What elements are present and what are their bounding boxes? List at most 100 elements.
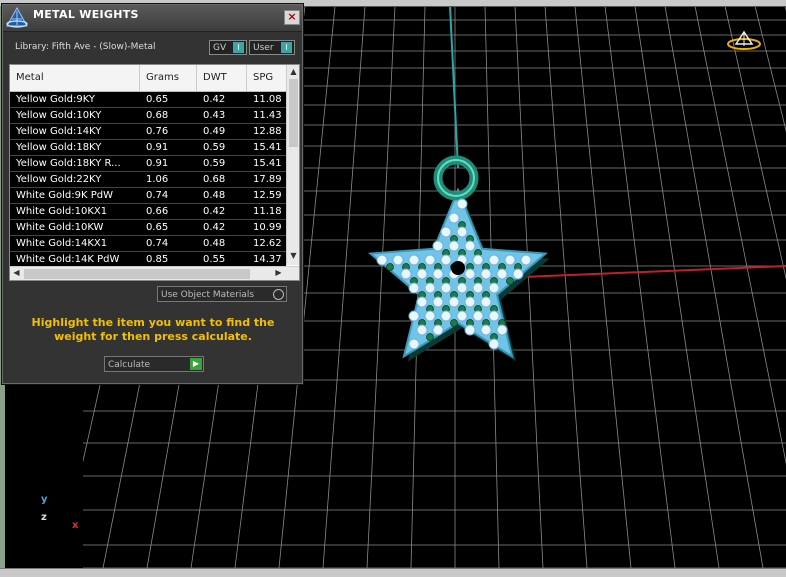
z-axis-line xyxy=(449,5,459,169)
gem-stone xyxy=(512,268,524,280)
gem-stone xyxy=(456,198,468,210)
view-cube-icon[interactable] xyxy=(726,30,762,52)
gem-stone xyxy=(456,310,468,322)
table-row[interactable]: Yellow Gold:18KY 0.91 0.59 15.41 xyxy=(10,140,286,156)
gem-stone xyxy=(456,282,468,294)
scroll-up-icon[interactable]: ▲ xyxy=(287,67,299,76)
gem-stone xyxy=(416,296,428,308)
table-row[interactable]: Yellow Gold:22KY 1.06 0.68 17.89 xyxy=(10,172,286,188)
horizontal-scroll-thumb[interactable] xyxy=(24,269,250,279)
gem-stone xyxy=(472,282,484,294)
cell-metal: Yellow Gold:10KY xyxy=(16,110,102,121)
gem-stone xyxy=(392,254,404,266)
grid-line-vertical xyxy=(724,5,786,280)
gem-stone xyxy=(472,310,484,322)
user-toggle[interactable]: User I xyxy=(249,40,295,55)
table-row[interactable]: Yellow Gold:10KY 0.68 0.43 11.43 xyxy=(10,108,286,124)
gem-stone xyxy=(416,324,428,336)
cell-grams: 0.91 xyxy=(146,142,169,153)
grid-line-vertical xyxy=(514,5,544,569)
table-row[interactable]: White Gold:9K PdW 0.74 0.48 12.59 xyxy=(10,188,286,204)
cell-metal: White Gold:14KX1 xyxy=(16,238,108,249)
gem-stone xyxy=(488,338,500,350)
center-hole xyxy=(451,261,465,275)
gem-stone xyxy=(408,254,420,266)
gem-stone xyxy=(464,240,476,252)
cell-grams: 0.74 xyxy=(146,238,169,249)
gem-stone xyxy=(440,254,452,266)
gem-stone xyxy=(456,226,468,238)
grid-line-vertical xyxy=(664,5,764,569)
cell-spg: 11.43 xyxy=(253,110,282,121)
gem-stone xyxy=(432,240,444,252)
table-rows: Yellow Gold:9KY 0.65 0.42 11.08 Yellow Gold:… xyxy=(10,92,286,268)
scroll-down-icon[interactable]: ▼ xyxy=(287,251,299,260)
cell-spg: 10.99 xyxy=(253,222,282,233)
scroll-left-icon[interactable]: ◀ xyxy=(10,268,23,277)
axis-z-label: z xyxy=(41,512,47,523)
close-button[interactable]: × xyxy=(284,10,300,25)
cell-grams: 0.65 xyxy=(146,222,169,233)
instruction-text: Highlight the item you want to find the … xyxy=(31,316,275,343)
grid-line-vertical xyxy=(322,5,366,569)
column-header-grams[interactable]: Grams xyxy=(140,65,197,91)
gem-stone xyxy=(416,268,428,280)
cell-grams: 0.68 xyxy=(146,110,169,121)
table-vertical-scrollbar[interactable]: ▲ ▼ xyxy=(286,65,299,265)
gem-stone xyxy=(440,310,452,322)
column-header-spg[interactable]: SPG xyxy=(247,65,287,91)
cell-spg: 12.62 xyxy=(253,238,282,249)
cell-dwt: 0.42 xyxy=(203,222,226,233)
radio-icon[interactable] xyxy=(273,289,284,300)
bead xyxy=(426,333,434,341)
gem-stone xyxy=(448,296,460,308)
table-row[interactable]: Yellow Gold:9KY 0.65 0.42 11.08 xyxy=(10,92,286,108)
table-row[interactable]: White Gold:14KX1 0.74 0.48 12.62 xyxy=(10,236,286,252)
cell-grams: 1.06 xyxy=(146,174,169,185)
column-header-dwt[interactable]: DWT xyxy=(197,65,247,91)
gem-stone xyxy=(432,324,444,336)
gem-stone xyxy=(488,282,500,294)
gem-stone xyxy=(520,254,532,266)
table-row[interactable]: White Gold:10KX1 0.66 0.42 11.18 xyxy=(10,204,286,220)
grid-line-vertical xyxy=(574,5,632,569)
gem-stone xyxy=(408,338,420,350)
cell-metal: White Gold:10KX1 xyxy=(16,206,108,217)
cell-metal: White Gold:9K PdW xyxy=(16,190,113,201)
table-row[interactable]: White Gold:10KW 0.65 0.42 10.99 xyxy=(10,220,286,236)
vertical-scroll-thumb[interactable] xyxy=(289,79,298,147)
cell-dwt: 0.55 xyxy=(203,254,226,265)
cell-dwt: 0.42 xyxy=(203,94,226,105)
cell-dwt: 0.49 xyxy=(203,126,226,137)
gem-stone xyxy=(480,268,492,280)
cell-dwt: 0.42 xyxy=(203,206,226,217)
table-header: Metal Grams DWT SPG xyxy=(10,65,286,92)
cell-spg: 12.88 xyxy=(253,126,282,137)
gem-stone xyxy=(432,268,444,280)
table-row[interactable]: Yellow Gold:18KY R... 0.91 0.59 15.41 xyxy=(10,156,286,172)
dialog-titlebar[interactable]: METAL WEIGHTS × xyxy=(3,5,302,32)
user-toggle-switch[interactable]: I xyxy=(281,42,292,53)
gem-stone xyxy=(496,268,508,280)
cell-grams: 0.85 xyxy=(146,254,169,265)
column-header-metal[interactable]: Metal xyxy=(10,65,140,91)
cell-grams: 0.76 xyxy=(146,126,169,137)
gem-stone xyxy=(480,324,492,336)
cell-spg: 17.89 xyxy=(253,174,282,185)
grid-line-vertical xyxy=(634,5,720,569)
bead xyxy=(386,263,394,271)
gv-toggle-label: GV xyxy=(213,43,227,53)
scroll-right-icon[interactable]: ▶ xyxy=(272,268,285,277)
gv-toggle-switch[interactable]: I xyxy=(233,42,244,53)
calculate-button[interactable]: Calculate ▶ xyxy=(104,356,204,372)
user-toggle-label: User xyxy=(253,43,274,53)
gem-stone xyxy=(440,282,452,294)
gem-stone xyxy=(376,254,388,266)
cell-metal: Yellow Gold:22KY xyxy=(16,174,102,185)
gem-stone xyxy=(408,282,420,294)
gv-toggle[interactable]: GV I xyxy=(209,40,247,55)
table-horizontal-scrollbar[interactable]: ◀ ▶ xyxy=(10,266,299,280)
table-row[interactable]: Yellow Gold:14KY 0.76 0.49 12.88 xyxy=(10,124,286,140)
grid-line-vertical xyxy=(604,5,676,569)
use-object-materials-option[interactable]: Use Object Materials xyxy=(157,286,287,302)
